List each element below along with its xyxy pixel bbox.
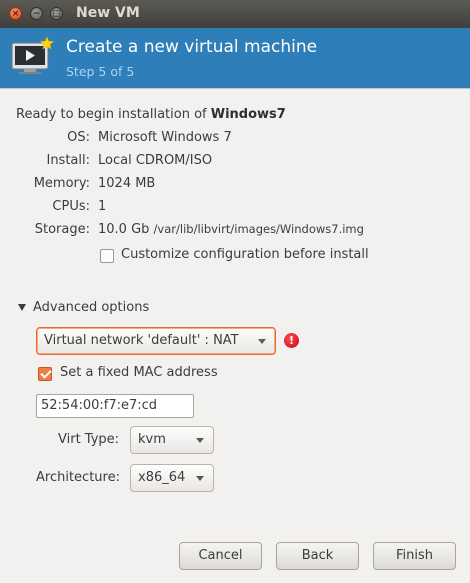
virt-type-select[interactable]: kvm xyxy=(130,426,214,454)
summary-row-memory: Memory: 1024 MB xyxy=(0,176,470,196)
minimize-window-button[interactable]: − xyxy=(30,7,43,20)
window-title: New VM xyxy=(76,5,140,21)
chevron-down-icon xyxy=(258,339,266,344)
advanced-options-expander[interactable]: Advanced options xyxy=(33,300,149,315)
cancel-button[interactable]: Cancel xyxy=(179,542,262,570)
customize-checkbox[interactable] xyxy=(100,249,114,263)
mac-address-input[interactable]: 52:54:00:f7:e7:cd xyxy=(36,394,194,418)
fixed-mac-checkbox[interactable] xyxy=(38,367,52,381)
ready-prefix: Ready to begin installation of xyxy=(16,107,207,122)
back-button[interactable]: Back xyxy=(276,542,359,570)
expander-arrow-icon[interactable] xyxy=(18,304,26,311)
memory-value: 1024 MB xyxy=(98,176,156,191)
storage-label: Storage: xyxy=(34,222,90,237)
architecture-label: Architecture: xyxy=(36,470,120,485)
os-label: OS: xyxy=(67,130,90,145)
chevron-down-icon xyxy=(196,438,204,443)
close-window-button[interactable]: × xyxy=(9,7,22,20)
virt-type-value: kvm xyxy=(138,432,166,447)
finish-button[interactable]: Finish xyxy=(373,542,456,570)
install-label: Install: xyxy=(46,153,90,168)
customize-label[interactable]: Customize configuration before install xyxy=(121,247,369,262)
ready-message: Ready to begin installation of Windows7 xyxy=(16,107,286,122)
architecture-select[interactable]: x86_64 xyxy=(130,464,214,492)
network-select-value: Virtual network 'default' : NAT xyxy=(44,333,239,348)
wizard-step: Step 5 of 5 xyxy=(66,64,135,79)
storage-size: 10.0 Gb xyxy=(98,222,150,237)
chevron-down-icon xyxy=(196,476,204,481)
new-vm-monitor-icon xyxy=(11,37,54,74)
maximize-window-button[interactable]: □ xyxy=(50,7,63,20)
storage-value: 10.0 Gb /var/lib/libvirt/images/Windows7… xyxy=(98,222,364,237)
summary-row-storage: Storage: 10.0 Gb /var/lib/libvirt/images… xyxy=(0,222,470,242)
wizard-header: Create a new virtual machine Step 5 of 5 xyxy=(0,28,470,88)
summary-row-os: OS: Microsoft Windows 7 xyxy=(0,130,470,150)
memory-label: Memory: xyxy=(33,176,90,191)
wizard-title: Create a new virtual machine xyxy=(66,37,318,57)
title-bar: × − □ New VM xyxy=(0,0,470,28)
install-value: Local CDROM/ISO xyxy=(98,153,213,168)
network-select[interactable]: Virtual network 'default' : NAT xyxy=(36,327,276,355)
vm-name: Windows7 xyxy=(210,107,286,122)
header-divider xyxy=(0,88,470,89)
cpus-value: 1 xyxy=(98,199,107,214)
summary-row-install: Install: Local CDROM/ISO xyxy=(0,153,470,173)
virt-type-label: Virt Type: xyxy=(58,432,120,447)
architecture-value: x86_64 xyxy=(138,470,186,485)
os-value: Microsoft Windows 7 xyxy=(98,130,232,145)
summary-row-cpus: CPUs: 1 xyxy=(0,199,470,219)
fixed-mac-label[interactable]: Set a fixed MAC address xyxy=(60,365,218,380)
storage-path: /var/lib/libvirt/images/Windows7.img xyxy=(153,222,364,236)
cpus-label: CPUs: xyxy=(52,199,90,214)
network-error-icon: ! xyxy=(284,333,299,348)
